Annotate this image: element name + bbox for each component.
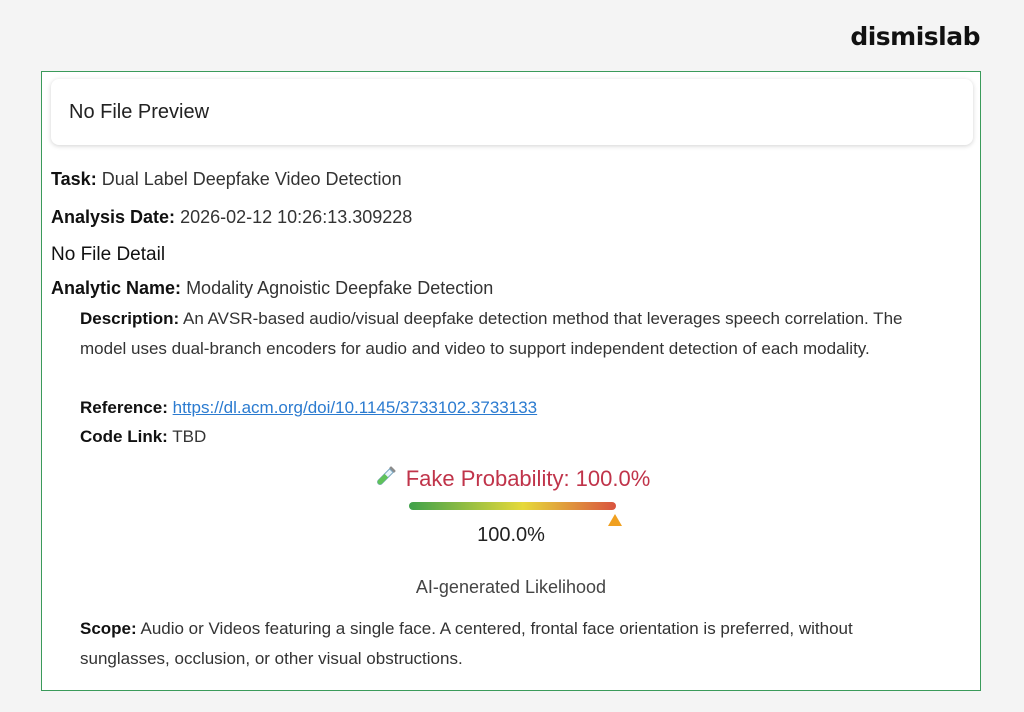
analysis-panel: No File Preview Task: Dual Label Deepfak… bbox=[41, 71, 981, 691]
scope-label: Scope: bbox=[80, 619, 137, 638]
probability-percent: 100.0% bbox=[477, 524, 545, 546]
analytic-name-line: Analytic Name: Modality Agnoistic Deepfa… bbox=[51, 278, 493, 299]
no-file-preview-text: No File Preview bbox=[69, 100, 210, 123]
task-line: Task: Dual Label Deepfake Video Detectio… bbox=[51, 169, 402, 190]
file-preview-card: No File Preview bbox=[51, 79, 973, 145]
description-text: An AVSR-based audio/visual deepfake dete… bbox=[80, 309, 903, 358]
scope-block: Scope: Audio or Videos featuring a singl… bbox=[80, 614, 930, 673]
description-label: Description: bbox=[80, 309, 180, 328]
ai-generated-likelihood-caption: AI-generated Likelihood bbox=[415, 577, 607, 597]
dismislab-logo: dismislab bbox=[850, 22, 980, 51]
description-block: Description: An AVSR-based audio/visual … bbox=[80, 304, 930, 363]
code-link-line: Code Link: TBD bbox=[80, 427, 206, 447]
reference-label: Reference: bbox=[80, 398, 168, 417]
code-link-label: Code Link: bbox=[80, 427, 168, 446]
probability-gauge-bar bbox=[409, 502, 616, 510]
task-value: Dual Label Deepfake Video Detection bbox=[101, 169, 402, 189]
analysis-date-line: Analysis Date: 2026-02-12 10:26:13.30922… bbox=[51, 207, 412, 228]
file-detail-heading: No File Detail bbox=[51, 244, 166, 265]
analytic-name-value: Modality Agnoistic Deepfake Detection bbox=[186, 278, 494, 298]
analytic-name-label: Analytic Name: bbox=[51, 278, 182, 298]
reference-link[interactable]: https://dl.acm.org/doi/10.1145/3733102.3… bbox=[173, 398, 538, 417]
scope-text: Audio or Videos featuring a single face.… bbox=[80, 619, 853, 668]
test-tube-icon bbox=[372, 464, 398, 496]
fake-probability-text: Fake Probability: 100.0% bbox=[405, 466, 651, 491]
reference-line: Reference: https://dl.acm.org/doi/10.114… bbox=[80, 398, 537, 418]
analysis-date-label: Analysis Date: bbox=[51, 207, 176, 227]
task-label: Task: bbox=[51, 169, 97, 189]
fake-probability-heading: Fake Probability: 100.0% bbox=[42, 464, 980, 496]
code-link-value: TBD bbox=[172, 427, 207, 446]
analysis-date-value: 2026-02-12 10:26:13.309228 bbox=[180, 207, 413, 227]
